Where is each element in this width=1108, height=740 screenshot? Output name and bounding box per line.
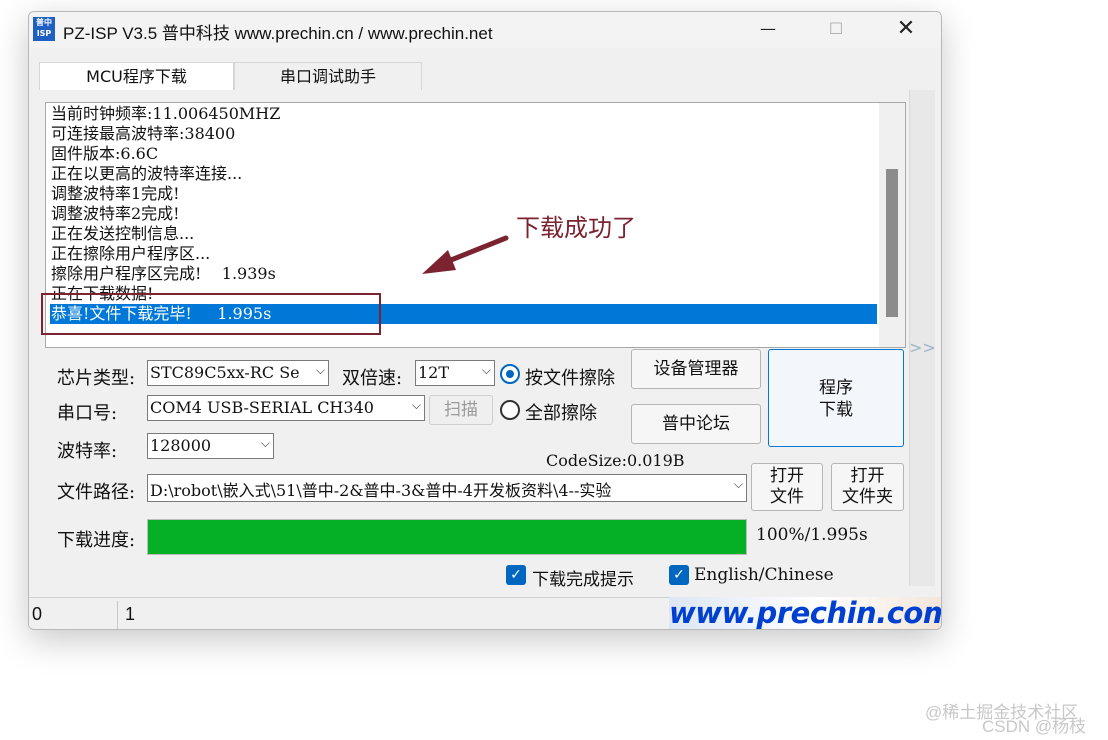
annotation-text: 下载成功了 — [516, 214, 636, 242]
log-scrollbar-thumb[interactable] — [886, 169, 898, 317]
erase-all-label: 全部擦除 — [525, 403, 597, 424]
double-speed-value: 12T — [418, 363, 450, 382]
tab-mcu-download[interactable]: MCU程序下载 — [39, 62, 234, 90]
port-select[interactable]: COM4 USB-SERIAL CH340 ⌵ — [147, 395, 425, 421]
port-label: 串口号: — [57, 403, 118, 424]
erase-by-file-label: 按文件擦除 — [525, 368, 615, 389]
done-prompt-label: 下载完成提示 — [532, 570, 634, 590]
app-logo-icon: 普中 ISP — [33, 17, 55, 41]
title-bar: 普中 ISP PZ-ISP V3.5 普中科技 www.prechin.cn / … — [29, 12, 941, 48]
port-value: COM4 USB-SERIAL CH340 — [150, 398, 374, 417]
window-title: PZ-ISP V3.5 普中科技 www.prechin.cn / www.pr… — [63, 24, 493, 43]
double-speed-select[interactable]: 12T ⌵ — [415, 360, 495, 386]
progress-label: 下载进度: — [57, 530, 136, 551]
chevron-down-icon: ⌵ — [733, 477, 743, 491]
download-progress-bar — [147, 519, 747, 555]
double-speed-label: 双倍速: — [342, 368, 403, 389]
chevron-down-icon: ⌵ — [315, 363, 325, 377]
annotation-highlight-box — [41, 293, 381, 335]
file-path-value: D:\robot\嵌入式\51\普中-2&普中-3&普中-4开发板资料\4--实… — [150, 481, 612, 500]
status-cell-2: 1 — [125, 604, 136, 624]
chevron-down-icon: ⌵ — [411, 398, 421, 412]
erase-by-file-radio[interactable] — [500, 364, 520, 384]
codesize-text: CodeSize:0.019B — [546, 451, 685, 470]
log-line: 固件版本:6.6C — [51, 144, 159, 163]
program-download-line2: 下载 — [819, 400, 853, 420]
baud-label: 波特率: — [57, 441, 118, 462]
language-checkbox[interactable]: ✓ — [669, 565, 689, 585]
chip-type-label: 芯片类型: — [57, 368, 136, 389]
program-download-line1: 程序 — [819, 378, 853, 398]
device-manager-button[interactable]: 设备管理器 — [631, 349, 761, 389]
maximize-button[interactable]: ☐ — [813, 12, 859, 46]
chip-type-select[interactable]: STC89C5xx-RC Se ⌵ — [147, 360, 329, 386]
close-button[interactable]: ✕ — [883, 12, 929, 46]
language-label: English/Chinese — [694, 565, 834, 585]
open-folder-button[interactable]: 打开 文件夹 — [831, 463, 904, 511]
open-folder-line2: 文件夹 — [842, 487, 893, 507]
open-folder-line1: 打开 — [850, 466, 885, 486]
log-line: 可连接最高波特率:38400 — [51, 124, 236, 143]
minimize-button[interactable]: — — [745, 12, 791, 46]
forum-button[interactable]: 普中论坛 — [631, 404, 761, 444]
status-divider — [117, 601, 118, 629]
program-download-button[interactable]: 程序 下载 — [768, 349, 904, 447]
chevron-down-icon: ⌵ — [260, 436, 270, 450]
baud-select[interactable]: 128000 ⌵ — [147, 433, 274, 459]
progress-text: 100%/1.995s — [756, 525, 868, 545]
scan-button[interactable]: 扫描 — [429, 395, 493, 425]
chevron-down-icon: ⌵ — [481, 363, 491, 377]
status-cell-1: 0 — [32, 604, 43, 624]
log-line: 正在以更高的波特率连接... — [51, 164, 243, 183]
chip-type-value: STC89C5xx-RC Se — [150, 363, 300, 382]
file-path-select[interactable]: D:\robot\嵌入式\51\普中-2&普中-3&普中-4开发板资料\4--实… — [147, 474, 747, 502]
done-prompt-checkbox[interactable]: ✓ — [506, 565, 526, 585]
open-file-line1: 打开 — [770, 466, 804, 486]
log-line: 正在擦除用户程序区... — [51, 244, 211, 263]
annotation-arrow-icon — [422, 235, 509, 274]
file-path-label: 文件路径: — [57, 482, 136, 503]
erase-all-radio[interactable] — [500, 400, 520, 420]
log-line: 正在发送控制信息... — [51, 224, 195, 243]
tab-serial-assistant[interactable]: 串口调试助手 — [234, 62, 422, 90]
download-progress-fill — [148, 520, 746, 554]
log-line: 调整波特率2完成! — [51, 204, 180, 223]
open-file-button[interactable]: 打开 文件 — [751, 463, 823, 511]
log-line: 调整波特率1完成! — [51, 184, 180, 203]
log-line: 擦除用户程序区完成! 1.939s — [51, 264, 276, 283]
expand-arrows-icon[interactable]: >> — [909, 338, 936, 357]
brand-logo[interactable]: www.prechin.com — [669, 597, 941, 629]
log-line: 当前时钟频率:11.006450MHZ — [51, 104, 281, 123]
baud-value: 128000 — [150, 436, 212, 455]
watermark-csdn: CSDN @杨枝 — [982, 717, 1087, 736]
open-file-line2: 文件 — [770, 487, 804, 507]
